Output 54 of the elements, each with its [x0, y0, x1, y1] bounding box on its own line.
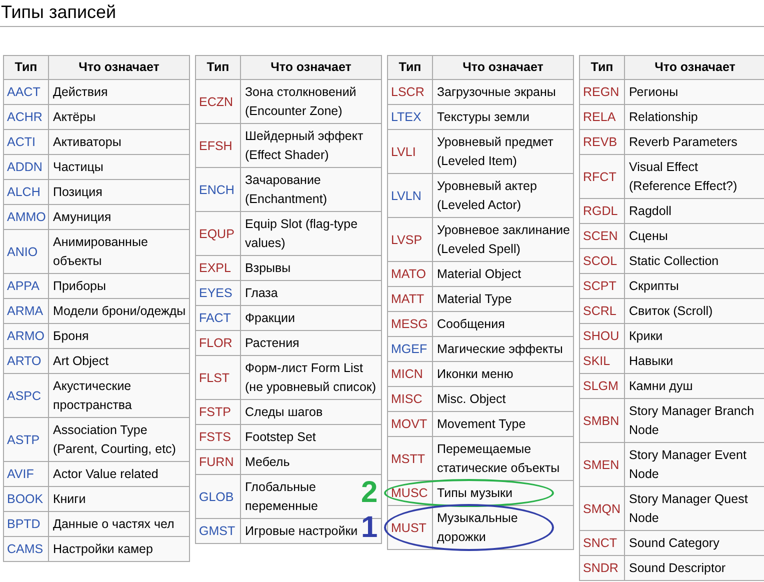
meaning-cell: Растения	[240, 330, 382, 356]
column-header: Тип	[4, 56, 48, 80]
meaning-cell: Анимированные объекты	[48, 230, 190, 274]
meaning-cell: Art Object	[48, 348, 190, 374]
meaning-cell: Зачарование (Enchantment)	[240, 168, 382, 212]
meaning-cell: Частицы	[48, 154, 190, 180]
column-header: Тип	[580, 56, 624, 80]
meaning-cell: Активаторы	[48, 130, 190, 154]
meaning-cell: Акустические пространства	[48, 374, 190, 418]
meaning-cell: Material Object	[432, 262, 574, 286]
column-header: Что означает	[48, 56, 190, 80]
meaning-cell: Иконки меню	[432, 362, 574, 386]
meaning-cell: Equip Slot (flag-type values)	[240, 212, 382, 256]
meaning-cell: Footstep Set	[240, 424, 382, 450]
meaning-cell: Загрузочные экраны	[432, 80, 574, 104]
meaning-cell: Позиция	[48, 180, 190, 204]
meaning-cell: Actor Value related	[48, 462, 190, 486]
meaning-cell: Книги	[48, 486, 190, 512]
meaning-cell: Взрывы	[240, 256, 382, 280]
meaning-cell: Данные о частях чел	[48, 512, 190, 536]
annotation-number: 1	[361, 512, 378, 542]
column-header: Тип	[196, 56, 240, 80]
column-header: Что означает	[624, 56, 764, 80]
meaning-cell: Material Type	[432, 286, 574, 312]
meaning-cell: Уровневый актер (Leveled Actor)	[432, 174, 574, 218]
meaning-cell: Уровневое заклинание (Leveled Spell)	[432, 218, 574, 262]
meaning-cell: Глаза	[240, 280, 382, 306]
meaning-cell: Следы шагов	[240, 400, 382, 424]
meaning-cell: Текстуры земли	[432, 104, 574, 130]
meaning-cell: Амуниция	[48, 204, 190, 230]
meaning-cell: Misc. Object	[432, 386, 574, 412]
section-heading: Типы записей	[0, 0, 764, 27]
meaning-cell: Магические эффекты	[432, 336, 574, 362]
meaning-cell: Movement Type	[432, 412, 574, 436]
meaning-cell: Форм-лист Form List (не уровневый список)	[240, 356, 382, 400]
meaning-cell: Шейдерный эффект (Effect Shader)	[240, 124, 382, 168]
column-header: Что означает	[432, 56, 574, 80]
record-code-link[interactable]: LVLI	[391, 144, 416, 158]
column-header: Тип	[388, 56, 432, 80]
meaning-cell: Приборы	[48, 274, 190, 298]
meaning-cell: Настройки камер	[48, 536, 190, 562]
column-header: Что означает	[240, 56, 382, 80]
annotation-number: 2	[361, 478, 378, 508]
meaning-cell: Модели брони/одежды	[48, 298, 190, 324]
meaning-cell: Фракции	[240, 306, 382, 330]
meaning-cell: Музыкальные дорожки	[432, 506, 574, 550]
meaning-cell: Мебель	[240, 450, 382, 474]
meaning-cell: Сообщения	[432, 312, 574, 336]
meaning-cell: Актёры	[48, 104, 190, 130]
meaning-cell: Броня	[48, 324, 190, 348]
meaning-cell: Зона столкновений (Encounter Zone)	[240, 80, 382, 124]
meaning-cell: Association Type (Parent, Courting, etc)	[48, 418, 190, 462]
meaning-cell: Действия	[48, 80, 190, 104]
meaning-cell: Уровневый предмет (Leveled Item)	[432, 130, 574, 174]
